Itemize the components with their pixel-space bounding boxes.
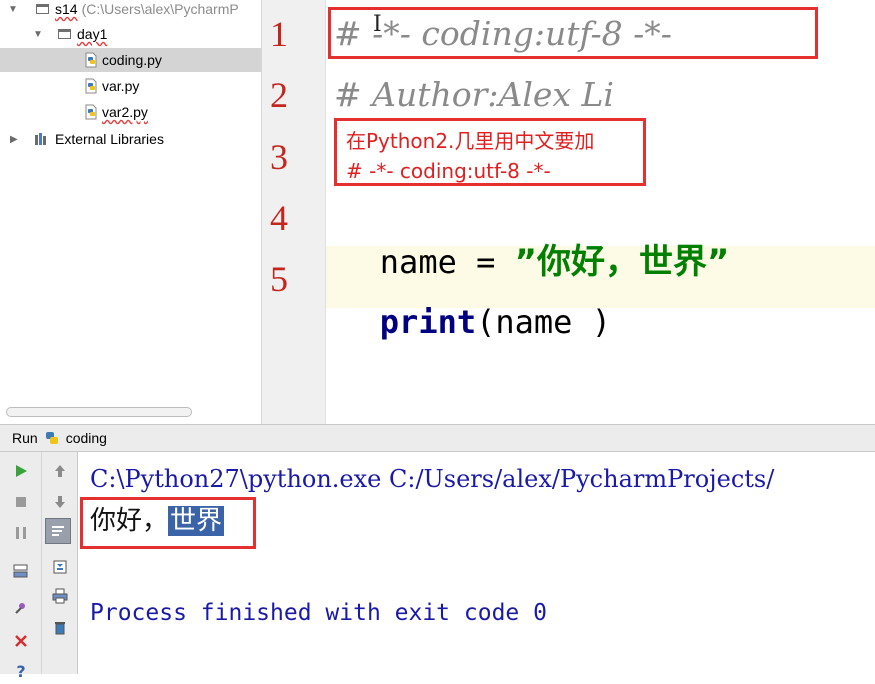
line-number-gutter: 1 2 3 4 5: [262, 0, 326, 424]
pin-icon: [15, 603, 25, 614]
scroll-down-button[interactable]: [47, 489, 73, 515]
python-file-icon: [85, 78, 97, 94]
console-output[interactable]: C:\Python27\python.exe C:/Users/alex/Pyc…: [78, 452, 875, 674]
help-button[interactable]: ?: [8, 658, 34, 684]
play-icon: [16, 465, 27, 477]
help-icon: ?: [16, 661, 26, 681]
annotation-note-line-b: # -*- coding:utf-8 -*-: [346, 159, 551, 183]
line-number: 5: [270, 259, 288, 299]
project-tree: ▼ s14 (C:\Users\alex\PycharmP ▼ day1 cod…: [0, 0, 262, 424]
tree-item-s14[interactable]: ▼ s14 (C:\Users\alex\PycharmP: [8, 0, 239, 21]
line-number: 4: [270, 198, 288, 238]
collapse-arrow-icon[interactable]: ▶: [10, 134, 18, 145]
run-toolbar-secondary: [42, 452, 78, 674]
folder-icon: [36, 4, 49, 14]
print-button[interactable]: [47, 583, 73, 609]
scroll-end-icon: [53, 560, 67, 574]
expand-arrow-icon[interactable]: ▼: [33, 29, 43, 40]
annotation-note-line-a: 在Python2.几里用中文要加: [346, 129, 595, 153]
python-icon: [45, 432, 58, 444]
annotation-box-line1: [328, 7, 818, 59]
code-line-2: # Author:Alex Li: [334, 75, 614, 114]
print-icon: [52, 588, 68, 604]
tree-item-var-py[interactable]: var.py: [0, 74, 139, 98]
pause-button[interactable]: [8, 520, 34, 546]
tree-label-var2: var2.py: [102, 104, 148, 120]
tree-item-var2-py[interactable]: var2.py: [0, 100, 148, 124]
code-keyword: print: [379, 303, 477, 341]
horizontal-scrollbar[interactable]: [6, 407, 192, 417]
soft-wrap-icon: [52, 526, 64, 536]
pin-button[interactable]: [8, 595, 34, 621]
soft-wrap-toggle[interactable]: [45, 518, 71, 544]
tree-label-root: s14: [55, 1, 78, 17]
tree-label-day1: day1: [77, 26, 108, 42]
text-cursor-icon: I: [373, 12, 382, 37]
tree-item-day1[interactable]: ▼ day1: [30, 22, 107, 46]
folder-icon: [58, 29, 71, 39]
stop-icon: [16, 497, 26, 507]
run-config-name: coding: [65, 430, 107, 446]
tree-label-var: var.py: [102, 78, 140, 94]
trash-icon: [55, 622, 65, 635]
annotation-box-output: [80, 497, 256, 549]
code-editor[interactable]: # -*- coding:utf-8 -*- I # Author:Alex L…: [326, 0, 875, 424]
tree-root-path: (C:\Users\alex\PycharmP: [81, 1, 239, 17]
code-line-5: print(name ): [334, 256, 611, 388]
layout-icon: [13, 564, 28, 578]
console-exit-line: Process finished with exit code 0: [90, 600, 547, 626]
run-panel-title: Run: [12, 430, 38, 446]
run-toolbar-primary: ?: [0, 452, 42, 681]
tree-item-coding-py[interactable]: coding.py: [0, 48, 261, 72]
rerun-button[interactable]: [8, 458, 34, 484]
code-args: (name ): [476, 303, 611, 341]
console-command-line: C:\Python27\python.exe C:/Users/alex/Pyc…: [90, 465, 775, 493]
tree-label-external: External Libraries: [55, 131, 164, 147]
arrow-down-icon: [55, 496, 65, 508]
python-file-icon: [85, 52, 97, 68]
line-number: 1: [270, 14, 288, 54]
pause-icon: [16, 527, 26, 539]
line-number: 3: [270, 137, 288, 177]
expand-arrow-icon[interactable]: ▼: [8, 4, 18, 15]
scroll-up-button[interactable]: [47, 458, 73, 484]
dump-threads-button[interactable]: [8, 558, 34, 584]
close-button[interactable]: [8, 628, 34, 654]
tree-label-coding: coding.py: [102, 52, 162, 68]
line-number: 2: [270, 75, 288, 115]
python-file-icon: [85, 104, 97, 120]
library-icon: [35, 133, 46, 145]
tree-item-external-libraries[interactable]: ▶ External Libraries: [8, 127, 164, 151]
run-panel-header: Run coding: [0, 424, 875, 452]
scroll-to-end-button[interactable]: [47, 554, 73, 580]
stop-button[interactable]: [8, 489, 34, 515]
arrow-up-icon: [55, 465, 65, 477]
clear-all-button[interactable]: [47, 614, 73, 640]
close-icon: [15, 635, 27, 647]
